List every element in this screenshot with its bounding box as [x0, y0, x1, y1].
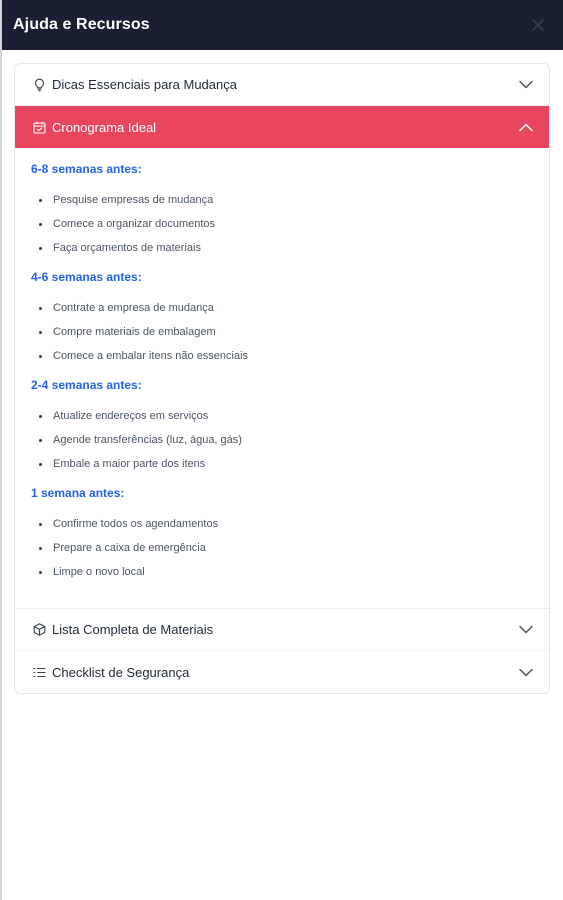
- bullet: [39, 330, 42, 334]
- phase-title: 4-6 semanas antes:: [31, 270, 142, 284]
- list-item-text: Faça orçamentos de materiais: [53, 242, 201, 254]
- window-edge: [0, 0, 2, 900]
- bullet: [39, 354, 42, 358]
- accordion-header-cronograma[interactable]: Cronograma Ideal: [15, 106, 549, 148]
- bullet: [39, 570, 42, 574]
- bullet: [39, 222, 42, 226]
- accordion-label: Cronograma Ideal: [52, 119, 157, 135]
- timeline-phase: 4-6 semanas antes: Contrate a empresa de…: [31, 270, 533, 368]
- bullet: [39, 306, 42, 310]
- phase-title: 1 semana antes:: [31, 486, 125, 500]
- list-item: Comece a organizar documentos: [39, 212, 533, 236]
- list-item: Limpe o novo local: [39, 560, 533, 584]
- close-icon[interactable]: [529, 16, 547, 34]
- accordion-header-materiais[interactable]: Lista Completa de Materiais: [15, 609, 549, 651]
- accordion-label: Checklist de Segurança: [52, 664, 190, 680]
- list-item: Confirme todos os agendamentos: [39, 512, 533, 536]
- accordion-label: Lista Completa de Materiais: [52, 622, 214, 637]
- bullet: [39, 414, 42, 418]
- bullet: [39, 462, 42, 466]
- list-item-text: Embale a maior parte dos itens: [53, 458, 206, 470]
- list-item-text: Agende transferências (luz, água, gás): [53, 434, 242, 446]
- chevron-down-icon: [518, 622, 534, 638]
- chevron-down-icon: [518, 664, 534, 680]
- chevron-up-icon: [518, 119, 534, 135]
- panel-header: Ajuda e Recursos: [0, 0, 563, 50]
- timeline-phase: 6-8 semanas antes: Pesquise empresas de …: [31, 162, 533, 260]
- list-item: Faça orçamentos de materiais: [39, 236, 533, 260]
- list-item-text: Comece a organizar documentos: [53, 218, 216, 230]
- bullet: [39, 438, 42, 442]
- phase-title: 2-4 semanas antes:: [31, 378, 142, 392]
- timeline-phase: 1 semana antes: Confirme todos os agenda…: [31, 486, 533, 584]
- list-item-text: Prepare a caixa de emergência: [53, 542, 206, 554]
- accordion-header-seguranca[interactable]: Checklist de Segurança: [15, 651, 549, 693]
- list-item-text: Comece a embalar itens não essenciais: [53, 350, 249, 362]
- list-icon: [32, 665, 46, 679]
- box-icon: [32, 623, 46, 637]
- list-item-text: Confirme todos os agendamentos: [53, 518, 219, 530]
- list-item: Prepare a caixa de emergência: [39, 536, 533, 560]
- list-item-text: Atualize endereços em serviços: [53, 410, 209, 422]
- list-item: Embale a maior parte dos itens: [39, 452, 533, 476]
- list-item-text: Pesquise empresas de mudança: [53, 194, 214, 206]
- list-item-text: Limpe o novo local: [53, 566, 145, 578]
- bullet: [39, 246, 42, 250]
- list-item: Atualize endereços em serviços: [39, 404, 533, 428]
- lightbulb-icon: [32, 78, 46, 92]
- list-item: Compre materiais de embalagem: [39, 320, 533, 344]
- list-item: Contrate a empresa de mudança: [39, 296, 533, 320]
- list-item-text: Compre materiais de embalagem: [53, 326, 216, 338]
- help-accordion: Dicas Essenciais para Mudança Cronograma…: [14, 63, 550, 694]
- cronograma-content: 6-8 semanas antes: Pesquise empresas de …: [15, 148, 549, 609]
- chevron-down-icon: [518, 77, 534, 93]
- bullet: [39, 522, 42, 526]
- accordion-header-dicas[interactable]: Dicas Essenciais para Mudança: [15, 64, 549, 106]
- phase-title: 6-8 semanas antes:: [31, 162, 142, 176]
- panel-title: Ajuda e Recursos: [13, 16, 150, 33]
- list-item: Comece a embalar itens não essenciais: [39, 344, 533, 368]
- bullet: [39, 198, 42, 202]
- list-item: Pesquise empresas de mudança: [39, 188, 533, 212]
- list-item: Agende transferências (luz, água, gás): [39, 428, 533, 452]
- calendar-check-icon: [32, 120, 46, 134]
- timeline-phase: 2-4 semanas antes: Atualize endereços em…: [31, 378, 533, 476]
- list-item-text: Contrate a empresa de mudança: [53, 302, 214, 314]
- accordion-label: Dicas Essenciais para Mudança: [52, 77, 237, 92]
- bullet: [39, 546, 42, 550]
